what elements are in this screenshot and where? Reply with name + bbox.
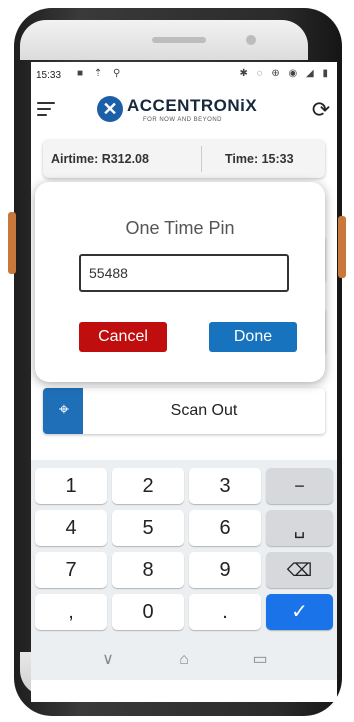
key-period[interactable]: . [189, 594, 261, 630]
back-icon[interactable]: ∨ [93, 648, 123, 672]
info-divider [201, 146, 202, 172]
backspace-key[interactable]: ⌫ [266, 552, 333, 588]
cancel-button[interactable]: Cancel [79, 322, 167, 352]
pin-input[interactable] [79, 254, 289, 292]
scan-card-strip: ⌖ [43, 388, 83, 434]
front-camera [246, 35, 256, 45]
status-bar: 15:33 ■ ⇡ ⚲ ✱ ◌ ⊕ ◉ ◢ ▮ [31, 62, 337, 88]
enter-key[interactable]: ✓ [266, 594, 333, 630]
side-button-right [338, 216, 346, 278]
refresh-icon[interactable]: ⟳ [309, 98, 333, 122]
recents-icon[interactable]: ▭ [245, 648, 275, 672]
hamburger-icon[interactable] [37, 98, 59, 120]
key-space[interactable]: ␣ [266, 510, 333, 546]
dialog-title: One Time Pin [125, 218, 235, 238]
system-icons: ✱ ◌ ⊕ ◉ ◢ ▮ [239, 68, 331, 79]
earpiece-speaker [152, 37, 206, 43]
one-time-pin-dialog: One Time Pin Cancel Done [35, 182, 325, 382]
notification-icons: ■ ⇡ ⚲ [77, 68, 125, 79]
key-1[interactable]: 1 [35, 468, 107, 504]
logo-x-icon: ✕ [97, 96, 123, 122]
key-6[interactable]: 6 [189, 510, 261, 546]
key-8[interactable]: 8 [112, 552, 184, 588]
key-4[interactable]: 4 [35, 510, 107, 546]
scan-out-label: Scan Out [170, 402, 238, 419]
home-icon[interactable]: ⌂ [169, 648, 199, 672]
accentronix-logo: ✕ ACCENTRONiX FOR NOW AND BEYOND [97, 94, 277, 128]
key-2[interactable]: 2 [112, 468, 184, 504]
key-minus[interactable]: − [266, 468, 333, 504]
time-label: Time: 15:33 [225, 152, 294, 166]
logo-text: ACCENTRONiX [127, 96, 258, 115]
done-button[interactable]: Done [209, 322, 297, 352]
app-bar: ✕ ACCENTRONiX FOR NOW AND BEYOND ⟳ [31, 88, 337, 132]
key-3[interactable]: 3 [189, 468, 261, 504]
key-comma[interactable]: , [35, 594, 107, 630]
scan-out-card[interactable]: ⌖ Scan Out [43, 388, 325, 434]
android-nav-bar: ∨ ⌂ ▭ [31, 640, 337, 680]
key-0[interactable]: 0 [112, 594, 184, 630]
barcode-scanner-icon: ⌖ [58, 399, 70, 419]
numeric-keyboard: 1 2 3 − 4 5 6 ␣ 7 8 9 ⌫ , 0 . ✓ [31, 460, 337, 640]
screen: 15:33 ■ ⇡ ⚲ ✱ ◌ ⊕ ◉ ◢ ▮ ✕ ACCENTRONiX FO… [31, 62, 337, 702]
side-button-left [8, 212, 16, 274]
key-7[interactable]: 7 [35, 552, 107, 588]
logo-tagline: FOR NOW AND BEYOND [143, 117, 223, 123]
key-5[interactable]: 5 [112, 510, 184, 546]
info-bar: Airtime: R312.08 Time: 15:33 [43, 140, 325, 178]
key-9[interactable]: 9 [189, 552, 261, 588]
airtime-label: Airtime: R312.08 [51, 152, 149, 166]
status-time: 15:33 [36, 70, 62, 81]
